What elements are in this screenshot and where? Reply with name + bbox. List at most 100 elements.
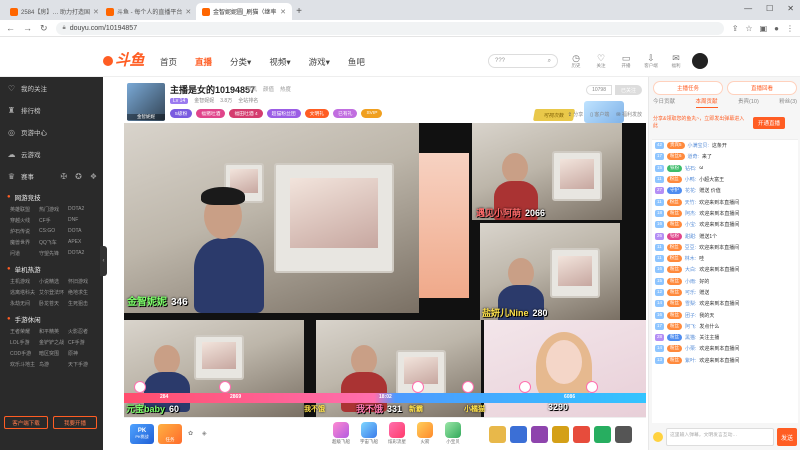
sidebar-section-online[interactable]: ● 网游竞技 (0, 190, 103, 204)
nav-games[interactable]: 游戏▾ (309, 56, 330, 68)
pk-avatar[interactable] (412, 381, 424, 393)
gift-icon[interactable] (594, 426, 611, 443)
open-live-button[interactable]: 开通直播 (753, 117, 785, 129)
gift-item[interactable]: 超级飞船 (330, 422, 352, 445)
chat-message: 27 守护 花花: 赠送 价值 (655, 187, 721, 195)
tab-week[interactable]: 本周贡献 (695, 97, 718, 108)
gift-icon[interactable] (510, 426, 527, 443)
sidebar-item-cloudgame[interactable]: ☁ 云游戏 (0, 143, 103, 165)
anchor-name[interactable]: 金智妮妮 (194, 97, 214, 104)
gift-icon[interactable] (531, 426, 548, 443)
follow-button[interactable]: 已关注 (614, 85, 642, 95)
gift-bag-icon[interactable]: ◈ (202, 430, 207, 437)
sidebar-item-webgames[interactable]: ◎ 页游中心 (0, 121, 103, 143)
bookmark-star-icon[interactable]: ☆ (745, 24, 752, 33)
pk-avatar[interactable] (586, 381, 598, 393)
extension-icon[interactable]: ▣ (760, 24, 768, 33)
gift-more-icon[interactable]: ✿ (188, 430, 193, 437)
start-stream-button[interactable]: 我要开播 (53, 416, 97, 429)
room-tag[interactable]: 福田吐酒 4 (229, 109, 263, 118)
gift-item[interactable]: 火箭 (414, 422, 436, 445)
minimize-icon[interactable]: — (744, 4, 752, 13)
menu-dots-icon[interactable]: ⋮ (786, 24, 794, 33)
browser-tab-2[interactable]: 斗鱼 - 每个人的直播平台 ✕ (100, 3, 196, 20)
gift-icon[interactable] (573, 426, 590, 443)
pk-button[interactable]: PK PK挑战 (130, 424, 154, 444)
sidebar-item-follow[interactable]: ♡ 我的关注 (0, 77, 103, 99)
right-panel: 主播任务 直播回看 今日贡献 本周贡献 贵宾(10) 粉丝(3) 分享&领取您的… (648, 77, 800, 450)
tab-fans[interactable]: 粉丝(3) (779, 97, 797, 108)
share-icon[interactable]: ⇪ (732, 24, 739, 33)
gift-item[interactable]: 宇宙飞船 (358, 422, 380, 445)
chat-input[interactable]: 这里输入弹幕，文明发言互动… (666, 428, 774, 446)
pk-score-mid-left: 2869 (230, 394, 242, 400)
room-tag[interactable]: 文明礼 (304, 109, 330, 118)
search-icon[interactable]: ⌕ (548, 58, 551, 65)
download-client-button[interactable]: 客户端下载 (4, 416, 48, 429)
history-button[interactable]: ◷ 历史 (568, 53, 584, 69)
url-field[interactable]: 🔒︎ douyu.com/10194857 (55, 21, 724, 35)
replay-button[interactable]: 直播回看 (727, 81, 797, 95)
search-input[interactable]: ??? ⌕ (488, 54, 558, 68)
room-tag[interactable]: SVIP (361, 109, 383, 118)
client-button[interactable]: ⇩ 客户端 (643, 53, 659, 69)
emoji-icon[interactable] (653, 432, 663, 442)
room-tag[interactable]: 超猫粉丝团 (266, 109, 301, 118)
sidebar-section-single[interactable]: ● 单机热游 (0, 262, 103, 276)
gift-icon[interactable] (615, 426, 632, 443)
nav-video[interactable]: 视频▾ (269, 56, 290, 68)
video-player[interactable]: 金智妮妮 346 遇见小阿萌 2066 盐妍儿Nine 280 元宝baby 60 我不… (124, 123, 646, 417)
user-avatar[interactable] (692, 53, 708, 69)
sidebar-section-mobile[interactable]: ● 手游休闲 (0, 312, 103, 326)
back-icon[interactable]: ← (6, 23, 15, 33)
forward-icon[interactable]: → (23, 23, 32, 33)
share-button[interactable]: ⇪ 分享 (568, 111, 584, 118)
pk-avatar[interactable] (519, 381, 531, 393)
anchor-task-button[interactable]: 主播任务 (653, 81, 723, 95)
welfare-button[interactable]: ✉ 福利 (668, 53, 684, 69)
close-tab-icon[interactable]: ✕ (280, 8, 286, 16)
follow-button[interactable]: ♡ 关注 (593, 53, 609, 69)
nav-category[interactable]: 分类▾ (230, 56, 251, 68)
room-tag[interactable]: 已有礼 (333, 109, 358, 118)
site-rank[interactable]: 全站排名 (238, 97, 258, 104)
pk-avatar[interactable] (134, 381, 146, 393)
contribution-tabs: 今日贡献 本周贡献 贵宾(10) 粉丝(3) (653, 97, 797, 108)
gift-icon[interactable] (489, 426, 506, 443)
anchor-avatar[interactable]: 金智妮妮 (127, 83, 165, 121)
browser-tab-3-active[interactable]: 金智妮妮圆_刷猫（继率 ✕ (196, 3, 292, 20)
gift-item[interactable]: 小宝贝 (442, 422, 464, 445)
gift-icon[interactable] (552, 426, 569, 443)
task-button[interactable]: 任务 (158, 424, 182, 444)
nav-yuba[interactable]: 鱼吧 (348, 56, 365, 68)
client-watch-button[interactable]: ▯ 客户端 (590, 111, 609, 118)
close-window-icon[interactable]: ✕ (787, 4, 794, 13)
profile-icon[interactable]: ● (774, 24, 779, 33)
pk-avatar[interactable] (462, 381, 474, 393)
chat-message: 11 粉丝 天竹: 欢迎来到本直播间 (655, 198, 740, 206)
tab-vip[interactable]: 贵宾(10) (738, 97, 759, 108)
maximize-icon[interactable]: ☐ (766, 4, 773, 13)
sidebar-item-events[interactable]: ♛ 赛事 ✠ ✪ ❖ (0, 165, 103, 187)
browser-tab-1[interactable]: 2584【房】… 助力打造国 ✕ (4, 3, 100, 20)
tab-today[interactable]: 今日贡献 (653, 97, 675, 108)
pk-avatar[interactable] (219, 381, 231, 393)
sidebar-item-ranking[interactable]: ♜ 排行榜 (0, 99, 103, 121)
close-tab-icon[interactable]: ✕ (93, 8, 99, 16)
reload-icon[interactable]: ↻ (40, 23, 48, 34)
close-tab-icon[interactable]: ✕ (185, 8, 191, 16)
streamer-head (546, 340, 582, 384)
welfare-button[interactable]: ✉ 福利发放 (616, 111, 642, 118)
send-button[interactable]: 发送 (777, 428, 797, 446)
room-tag[interactable]: 福猪吐酒 (196, 109, 226, 118)
nav-live[interactable]: 直播 (195, 56, 212, 68)
sidebar-collapse-handle[interactable]: ‹ (100, 246, 107, 276)
anchor-avatar-label: 金智妮妮 (127, 114, 165, 120)
gift-item[interactable]: 炫彩流星 (386, 422, 408, 445)
room-tag[interactable]: 5级粉 (170, 109, 193, 118)
chat-list[interactable]: 42 贵宾5 小满宝贝: 这条开 17 粉丝6 道奇: 来了 15 铁粉 钻石: ω 11 粉丝 小鸭… (652, 139, 798, 423)
nav-home[interactable]: 首页 (160, 56, 177, 68)
start-live-button[interactable]: ▭ 开播 (618, 53, 634, 69)
new-tab-button[interactable]: + (292, 3, 306, 20)
douyu-logo[interactable]: 斗鱼 (103, 49, 145, 70)
